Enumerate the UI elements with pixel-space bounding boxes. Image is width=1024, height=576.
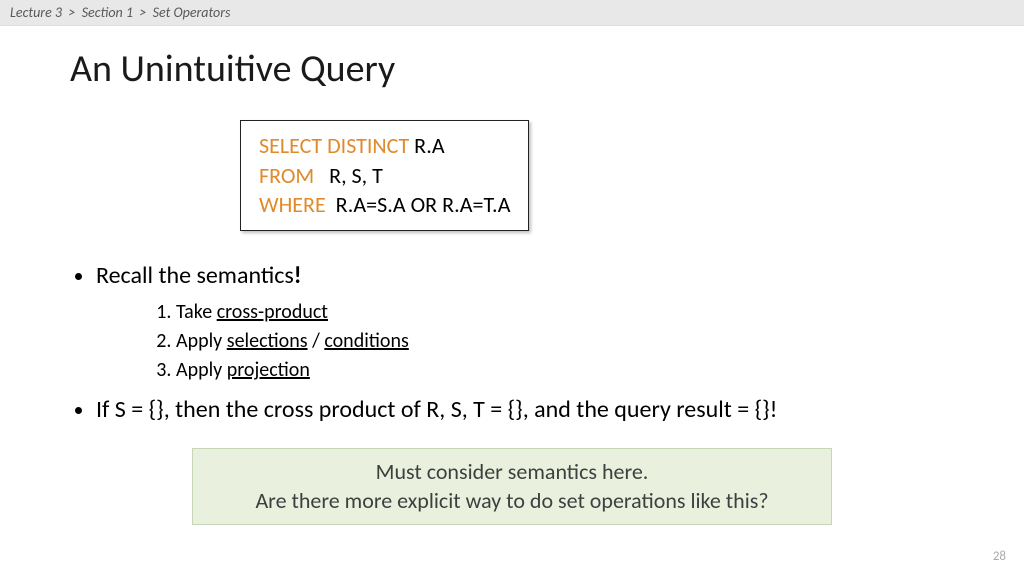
bullet-recall-bang: !	[294, 261, 302, 290]
sql-line-from: FROM R, S, T	[259, 161, 510, 191]
step1-term: cross-product	[217, 300, 328, 324]
callout-line2: Are there more explicit way to do set op…	[213, 486, 811, 516]
slide-body: An Unintuitive Query SELECT DISTINCT R.A…	[0, 26, 1024, 576]
breadcrumb-sep: >	[139, 4, 146, 21]
sql-keyword-from: FROM	[259, 162, 314, 189]
step2-term2: conditions	[324, 329, 408, 353]
callout-line1: Must consider semantics here.	[213, 457, 811, 487]
sql-code-box: SELECT DISTINCT R.A FROM R, S, T WHERE R…	[240, 120, 529, 231]
step3-pre: Apply	[176, 358, 227, 382]
breadcrumb-sep: >	[68, 4, 75, 21]
step3-term: projection	[227, 358, 310, 382]
slide-title: An Unintuitive Query	[70, 46, 954, 92]
breadcrumb-lecture: Lecture 3	[10, 4, 62, 21]
step2-mid: /	[308, 329, 325, 353]
step-projection: Apply projection	[176, 356, 954, 385]
bullet-recall-text: Recall the semantics	[96, 261, 294, 290]
semantics-steps: Take cross-product Apply selections / co…	[96, 298, 954, 385]
breadcrumb-topic: Set Operators	[153, 4, 231, 21]
sql-from-tables: R, S, T	[314, 162, 383, 189]
sql-where-cond: R.A=S.A OR R.A=T.A	[326, 191, 511, 218]
sql-select-cols: R.A	[409, 132, 444, 159]
bullet-recall: Recall the semantics! Take cross-product…	[96, 259, 954, 385]
sql-keyword-where: WHERE	[259, 191, 326, 218]
bullet-empty-set: If S = {}, then the cross product of R, …	[96, 393, 954, 428]
step-selections: Apply selections / conditions	[176, 327, 954, 356]
callout-box: Must consider semantics here. Are there …	[192, 448, 832, 525]
sql-line-select: SELECT DISTINCT R.A	[259, 131, 510, 161]
step-cross-product: Take cross-product	[176, 298, 954, 327]
sql-keyword-select: SELECT DISTINCT	[259, 132, 409, 159]
breadcrumb: Lecture 3 > Section 1 > Set Operators	[0, 0, 1024, 26]
step2-term1: selections	[227, 329, 308, 353]
sql-line-where: WHERE R.A=S.A OR R.A=T.A	[259, 190, 510, 220]
page-number: 28	[993, 549, 1006, 564]
breadcrumb-section: Section 1	[82, 4, 133, 21]
step1-pre: Take	[176, 300, 217, 324]
bullet-list: Recall the semantics! Take cross-product…	[70, 259, 954, 428]
step2-pre: Apply	[176, 329, 227, 353]
